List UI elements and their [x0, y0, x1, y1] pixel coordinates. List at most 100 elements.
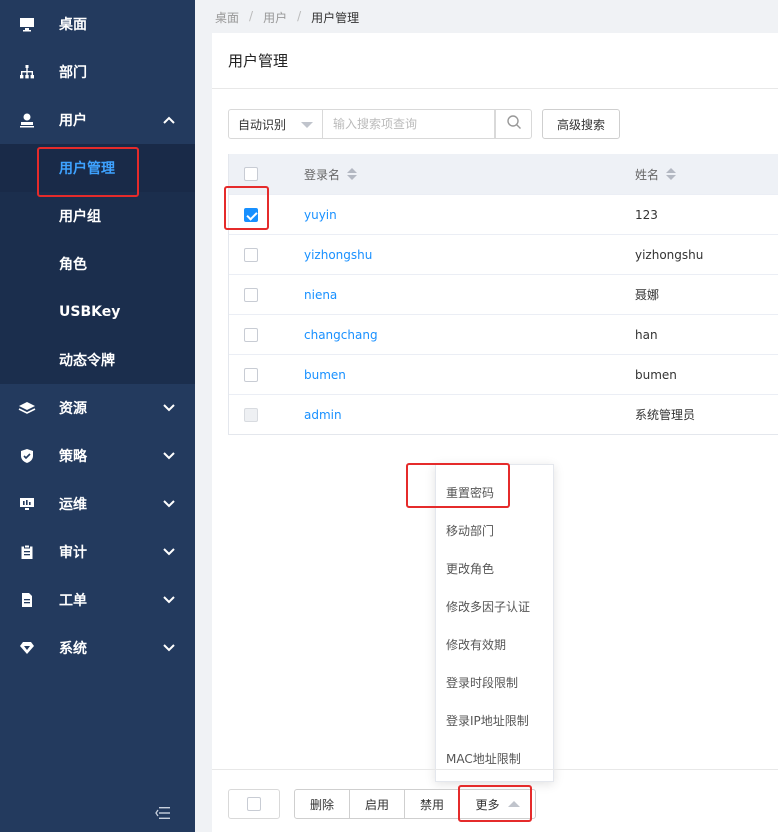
chevron-down-icon	[161, 448, 177, 464]
sidebar-item-department[interactable]: 部门	[0, 48, 195, 96]
sidebar-item-user-management[interactable]: 用户管理	[0, 144, 195, 192]
name-cell: 123	[635, 207, 658, 222]
sidebar-item-usbkey[interactable]: USBKey	[0, 288, 195, 336]
table-row[interactable]: niena 聂娜	[229, 274, 778, 314]
menu-item-modify-mfa[interactable]: 修改多因子认证	[436, 587, 553, 625]
monitor-icon	[18, 15, 36, 33]
sidebar-item-label: 部门	[59, 65, 87, 81]
column-header-name[interactable]: 姓名	[635, 166, 778, 183]
disable-button[interactable]: 禁用	[404, 789, 460, 819]
sidebar: 桌面 部门 用户 用户管理 用户组 角色 USBKey 动态令牌 资源 策略 运…	[0, 0, 195, 832]
layers-icon	[18, 399, 36, 417]
sidebar-item-operations[interactable]: 运维	[0, 480, 195, 528]
breadcrumb-desktop[interactable]: 桌面	[215, 9, 239, 26]
column-header-login[interactable]: 登录名	[304, 166, 635, 183]
table-row[interactable]: admin 系统管理员	[229, 394, 778, 434]
name-cell: 系统管理员	[635, 408, 696, 422]
collapse-menu-icon[interactable]	[155, 806, 171, 820]
login-link[interactable]: yizhongshu	[304, 248, 372, 262]
ops-monitor-icon	[18, 495, 36, 513]
sort-icon[interactable]	[347, 168, 358, 180]
column-label: 姓名	[635, 167, 660, 182]
sidebar-item-audit[interactable]: 审计	[0, 528, 195, 576]
gem-icon	[18, 639, 36, 657]
table-footer: 删除 启用 禁用 更多	[212, 769, 778, 832]
chevron-down-icon	[161, 400, 177, 416]
search-input[interactable]	[323, 109, 495, 139]
user-table: 登录名 姓名 yuyin 123 yizhongshu yizhongshu n…	[228, 154, 778, 435]
sidebar-item-resource[interactable]: 资源	[0, 384, 195, 432]
user-submenu: 用户管理 用户组 角色 USBKey 动态令牌	[0, 144, 195, 384]
chevron-up-icon	[161, 112, 177, 128]
enable-button[interactable]: 启用	[349, 789, 405, 819]
sidebar-item-user-group[interactable]: 用户组	[0, 192, 195, 240]
menu-item-modify-validity[interactable]: 修改有效期	[436, 625, 553, 663]
main-area: 桌面 / 用户 / 用户管理 用户管理 自动识别 高级搜索 登录名	[195, 0, 778, 832]
document-icon	[18, 591, 36, 609]
org-chart-icon	[18, 63, 36, 81]
search-button[interactable]	[495, 109, 532, 139]
row-checkbox[interactable]	[244, 287, 258, 302]
row-checkbox[interactable]	[244, 207, 258, 222]
menu-item-login-ip-limit[interactable]: 登录IP地址限制	[436, 701, 553, 739]
sidebar-item-label: 系统	[59, 641, 87, 657]
login-link[interactable]: changchang	[304, 328, 378, 342]
sidebar-item-dynamic-token[interactable]: 动态令牌	[0, 336, 195, 384]
sidebar-item-work-order[interactable]: 工单	[0, 576, 195, 624]
sidebar-item-label: 用户	[59, 113, 87, 129]
sidebar-item-user[interactable]: 用户	[0, 96, 195, 144]
select-all-checkbox[interactable]	[244, 167, 258, 181]
login-link[interactable]: admin	[304, 408, 342, 422]
table-header: 登录名 姓名	[229, 154, 778, 194]
shield-icon	[18, 447, 36, 465]
more-button[interactable]: 更多	[459, 789, 536, 819]
sidebar-item-desktop[interactable]: 桌面	[0, 0, 195, 48]
breadcrumb-separator: /	[249, 9, 254, 23]
table-row[interactable]: yizhongshu yizhongshu	[229, 234, 778, 274]
breadcrumb: 桌面 / 用户 / 用户管理	[215, 9, 359, 26]
delete-button[interactable]: 删除	[294, 789, 350, 819]
name-cell: 聂娜	[635, 288, 660, 302]
name-cell: han	[635, 327, 658, 342]
table-row[interactable]: yuyin 123	[229, 194, 778, 234]
breadcrumb-user[interactable]: 用户	[263, 9, 287, 26]
sidebar-item-label: 桌面	[59, 17, 87, 33]
table-row[interactable]: bumen bumen	[229, 354, 778, 394]
sort-icon[interactable]	[666, 168, 677, 180]
more-label: 更多	[475, 797, 500, 812]
column-label: 登录名	[304, 167, 341, 182]
chevron-down-icon	[161, 544, 177, 560]
user-icon	[18, 111, 36, 129]
row-checkbox[interactable]	[244, 327, 258, 342]
sidebar-item-label: 审计	[59, 545, 87, 561]
row-checkbox[interactable]	[244, 367, 258, 382]
menu-item-move-department[interactable]: 移动部门	[436, 511, 553, 549]
sidebar-item-policy[interactable]: 策略	[0, 432, 195, 480]
menu-item-change-role[interactable]: 更改角色	[436, 549, 553, 587]
footer-select-all[interactable]	[228, 789, 280, 819]
sidebar-item-label: 资源	[59, 401, 87, 417]
search-toolbar: 自动识别 高级搜索	[228, 109, 620, 139]
chevron-down-icon	[161, 592, 177, 608]
search-mode-select[interactable]: 自动识别	[228, 109, 323, 139]
sidebar-item-label: 工单	[59, 593, 87, 609]
sidebar-item-system[interactable]: 系统	[0, 624, 195, 672]
table-row[interactable]: changchang han	[229, 314, 778, 354]
row-checkbox-disabled	[244, 407, 258, 422]
menu-item-reset-password[interactable]: 重置密码	[436, 473, 553, 511]
search-mode-value: 自动识别	[238, 117, 287, 132]
chevron-down-icon	[161, 496, 177, 512]
advanced-search-button[interactable]: 高级搜索	[542, 109, 620, 139]
caret-up-icon	[507, 801, 520, 807]
login-link[interactable]: niena	[304, 288, 337, 302]
sidebar-item-label: 策略	[59, 449, 87, 465]
login-link[interactable]: bumen	[304, 368, 346, 382]
menu-item-login-time-limit[interactable]: 登录时段限制	[436, 663, 553, 701]
content-card: 用户管理 自动识别 高级搜索 登录名 姓名	[212, 33, 778, 832]
footer-select-all-checkbox[interactable]	[247, 797, 261, 811]
more-actions-menu: 重置密码 移动部门 更改角色 修改多因子认证 修改有效期 登录时段限制 登录IP…	[435, 464, 554, 782]
sidebar-item-role[interactable]: 角色	[0, 240, 195, 288]
breadcrumb-current: 用户管理	[311, 11, 360, 25]
row-checkbox[interactable]	[244, 247, 258, 262]
login-link[interactable]: yuyin	[304, 208, 337, 222]
